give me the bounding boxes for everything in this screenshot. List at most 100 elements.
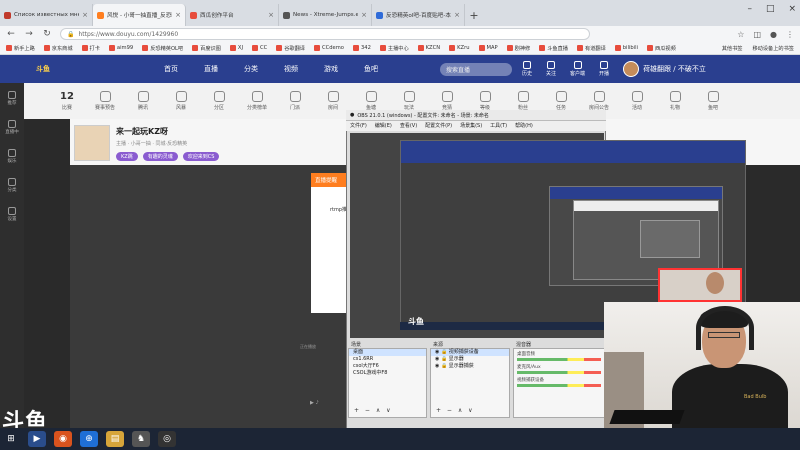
douyu-search-input[interactable]: 搜索直播	[440, 62, 512, 76]
lock-icon[interactable]: 🔒	[441, 356, 449, 362]
category-item[interactable]: 分区	[206, 91, 232, 111]
bookmark-item[interactable]: aim99	[108, 45, 133, 51]
follow-button[interactable]: 关注	[546, 61, 556, 77]
maximize-icon[interactable]: □	[766, 4, 775, 14]
browser-icon[interactable]: ⊕	[80, 431, 98, 447]
browser-tab[interactable]: 反恐精英ol吧-百度贴吧-本吧 ×	[372, 4, 465, 26]
folder-icon[interactable]: ▤	[106, 431, 124, 447]
mobile-bookmarks[interactable]: 移动设备上的书签	[752, 45, 794, 52]
category-item[interactable]: 竞猜	[434, 91, 460, 111]
volume-meter[interactable]	[517, 358, 601, 361]
nav-item[interactable]: 游戏	[324, 64, 338, 74]
lock-icon[interactable]: 🔒	[441, 349, 449, 355]
scene-item[interactable]: 桌面	[349, 349, 426, 356]
browser-tab[interactable]: Список известных мне карт×	[0, 4, 93, 26]
source-item[interactable]: ◉ 🔒 显示器捕获	[431, 363, 509, 370]
firefox-icon[interactable]: ◉	[54, 431, 72, 447]
bookmark-item[interactable]: XJ	[229, 45, 243, 51]
browser-tab-active[interactable]: 风悦 - 小哥一抽直播_反恐精英×	[93, 4, 186, 26]
lock-icon[interactable]: 🔒	[441, 363, 449, 369]
bookmark-item[interactable]: 西瓜视频	[647, 45, 676, 52]
bookmark-item[interactable]: CC	[251, 45, 267, 51]
close-icon[interactable]: ×	[175, 11, 181, 19]
sidebar-item-live[interactable]: 直播中	[5, 120, 19, 135]
bookmark-item[interactable]: 京东商城	[43, 45, 73, 52]
extension-icon[interactable]: ◫	[753, 30, 761, 39]
video-player[interactable]	[70, 165, 346, 428]
address-bar[interactable]: 🔒 https://www.douyu.com/1429960	[60, 28, 590, 40]
menu-icon[interactable]: ⋮	[786, 30, 794, 39]
close-icon[interactable]: ×	[82, 11, 88, 19]
source-item[interactable]: ◉ 🔒 显示器	[431, 356, 509, 363]
category-item[interactable]: 鱼吧	[700, 91, 726, 111]
bookmark-item[interactable]: 342	[352, 45, 371, 51]
browser-tab[interactable]: News - Xtreme-Jumps.eu ×	[279, 4, 372, 26]
forward-icon[interactable]: →	[24, 29, 34, 39]
close-icon[interactable]: ×	[788, 4, 796, 14]
close-icon[interactable]: ×	[268, 11, 274, 19]
media-player-icon[interactable]: ▶	[28, 431, 46, 447]
category-item[interactable]: 房间公告	[586, 91, 612, 111]
bookmark-item[interactable]: KZCN	[417, 45, 440, 51]
obs-menu-profile[interactable]: 配置文件(P)	[425, 122, 452, 130]
reload-icon[interactable]: ↻	[42, 29, 52, 39]
close-icon[interactable]: ×	[454, 11, 460, 19]
nav-item[interactable]: 直播	[204, 64, 218, 74]
scene-item[interactable]: csol大厅F6	[349, 363, 426, 370]
scene-item[interactable]: cs1.6RR	[349, 356, 426, 363]
obs-icon[interactable]: ◎	[158, 431, 176, 447]
category-item[interactable]: 风暴	[168, 91, 194, 111]
client-button[interactable]: 客户端	[570, 61, 585, 77]
obs-menu-tools[interactable]: 工具(T)	[490, 122, 507, 130]
minimize-icon[interactable]: –	[747, 4, 752, 14]
browser-tab[interactable]: 西瓜创作平台 ×	[186, 4, 279, 26]
category-item[interactable]: 活动	[624, 91, 650, 111]
room-tag[interactable]: 欢迎来到CS	[182, 152, 220, 161]
obs-menu-edit[interactable]: 编辑(E)	[375, 122, 392, 130]
room-tag[interactable]: 有趣的灵魂	[142, 152, 178, 161]
bookmark-item[interactable]: KZru	[449, 45, 470, 51]
back-icon[interactable]: ←	[6, 29, 16, 39]
volume-icon[interactable]: ♪	[315, 400, 318, 406]
source-item[interactable]: ◉ 🔒 视频捕获设备	[431, 349, 509, 356]
bookmark-item[interactable]: 有道翻译	[577, 45, 606, 52]
nav-item[interactable]: 鱼吧	[364, 64, 378, 74]
sidebar-item-settings[interactable]: 设置	[8, 207, 17, 222]
category-item[interactable]: 粉丝	[510, 91, 536, 111]
volume-meter[interactable]	[517, 384, 601, 387]
new-tab-button[interactable]: +	[465, 4, 483, 26]
bookmark-item[interactable]: 打卡	[81, 45, 100, 52]
nav-item[interactable]: 视频	[284, 64, 298, 74]
obs-menu-help[interactable]: 帮助(H)	[515, 122, 533, 130]
obs-menu-view[interactable]: 查看(V)	[400, 122, 417, 130]
bookmark-item[interactable]: MAP	[478, 45, 498, 51]
category-item[interactable]: 房间	[320, 91, 346, 111]
other-bookmarks[interactable]: 其他书签	[722, 45, 743, 52]
bookmark-item[interactable]: 百度识图	[192, 45, 221, 52]
category-item[interactable]: 赛事预告	[92, 91, 118, 111]
sidebar-item-entertainment[interactable]: 娱乐	[8, 149, 17, 164]
category-item[interactable]: 腾讯	[130, 91, 156, 111]
category-item[interactable]: 鱼塘	[358, 91, 384, 111]
source-controls[interactable]: + − ∧ ∨	[433, 406, 478, 415]
bookmark-item[interactable]: 主播中心	[379, 45, 409, 52]
bookmark-item[interactable]: bilibili	[614, 45, 638, 51]
profile-icon[interactable]: ●	[770, 30, 777, 39]
category-item[interactable]: 分类榜单	[244, 91, 270, 111]
obs-menu-scene-collection[interactable]: 场景集(S)	[460, 122, 482, 130]
user-menu[interactable]: 荷雄翻跟 / 不破不立	[623, 61, 706, 77]
nav-item[interactable]: 分类	[244, 64, 258, 74]
bookmark-item[interactable]: 新手上路	[6, 45, 35, 52]
game-icon[interactable]: ♞	[132, 431, 150, 447]
broadcast-button[interactable]: 开播	[599, 61, 609, 77]
volume-meter[interactable]	[517, 371, 601, 374]
sidebar-item-category[interactable]: 分类	[8, 178, 17, 193]
douyu-logo[interactable]: 斗鱼	[36, 60, 124, 78]
star-icon[interactable]: ☆	[737, 30, 744, 39]
sidebar-item-recommend[interactable]: 推荐	[8, 91, 17, 106]
bookmark-item[interactable]: 谷歌翻译	[276, 45, 305, 52]
start-button[interactable]: ⊞	[2, 431, 20, 447]
anchor-avatar[interactable]	[74, 125, 110, 161]
history-button[interactable]: 历史	[522, 61, 532, 77]
nav-item[interactable]: 首页	[164, 64, 178, 74]
